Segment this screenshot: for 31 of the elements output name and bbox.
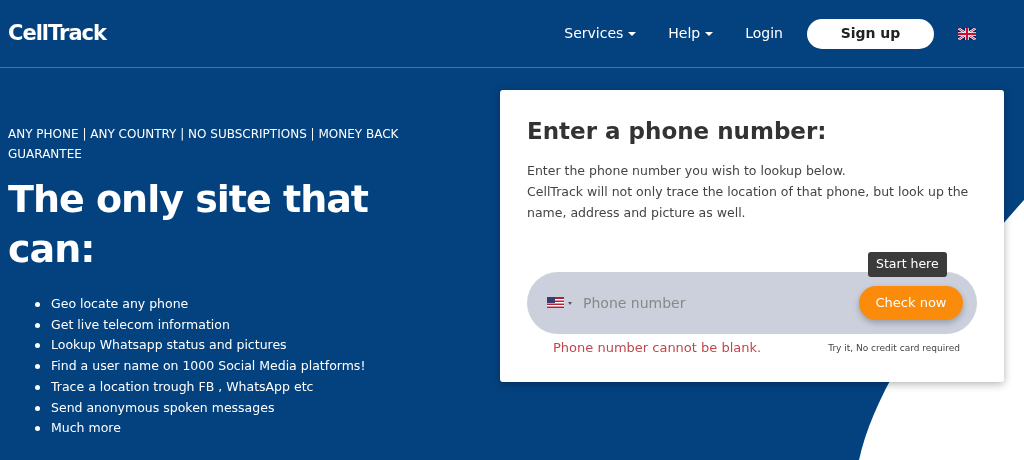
tooltip: Start here <box>868 252 947 277</box>
feature-item: Get live telecom information <box>51 316 230 332</box>
note-text: Try it, No credit card required <box>828 342 960 355</box>
feature-item: Find a user name on 1000 Social Media platforms! <box>51 358 366 374</box>
sign-up-button[interactable]: Sign up <box>807 18 934 49</box>
error-message: Phone number cannot be blank. <box>553 339 762 357</box>
bullet-icon <box>35 384 40 390</box>
caret-icon <box>628 31 637 37</box>
card-title: Enter a phone number: <box>527 118 828 146</box>
flag-icon[interactable] <box>547 297 573 309</box>
headline: The only site that can: <box>8 176 369 273</box>
bullet-icon <box>35 343 40 349</box>
bullet-icon <box>35 364 40 370</box>
feature-item: Geo locate any phone <box>51 296 189 311</box>
intro-text: CellTrack will not only trace the location of that phone, but look up the name, address and picture as well. <box>527 182 970 222</box>
nav-link[interactable]: Login <box>745 23 783 44</box>
nav-link[interactable]: Help <box>668 23 714 44</box>
bullet-icon <box>35 322 40 328</box>
bullet-icon <box>35 405 40 411</box>
tagline: ANY PHONE | ANY COUNTRY | NO SUBSCRIPTIONS | MONEY BACK GUARANTEE <box>8 126 400 163</box>
nav-link[interactable]: Services <box>564 23 637 44</box>
bullet-icon <box>35 426 40 432</box>
intro-text: Enter the phone number you wish to lookup below. <box>527 161 847 180</box>
feature-item: Much more <box>51 420 121 436</box>
bullet-icon <box>35 302 40 307</box>
feature-item: Trace a location trough FB , WhatsApp etc <box>51 378 314 394</box>
feature-item: Send anonymous spoken messages <box>51 399 275 415</box>
flag-icon[interactable] <box>958 27 976 40</box>
logo[interactable]: CellTrack <box>8 17 106 50</box>
feature-item: Lookup Whatsapp status and pictures <box>51 337 287 353</box>
caret-icon <box>705 31 714 37</box>
